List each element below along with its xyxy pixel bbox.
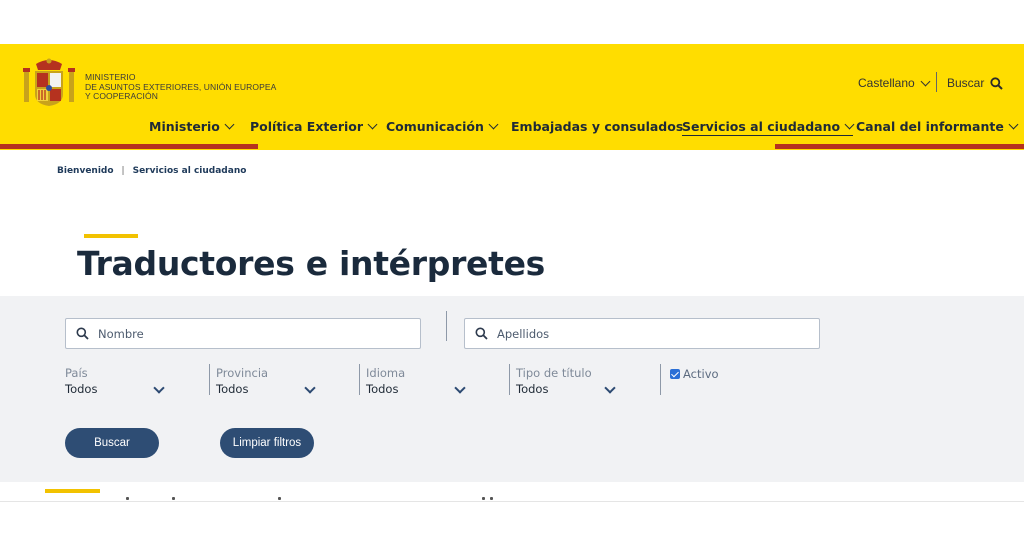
header-accent-line-left xyxy=(0,144,258,149)
title-accent-bar xyxy=(84,234,138,238)
chevron-down-icon xyxy=(920,76,931,86)
header-divider xyxy=(936,72,937,92)
ministry-name[interactable]: MINISTERIO DE ASUNTOS EXTERIORES, UNIÓN … xyxy=(85,72,276,102)
chevron-down-icon xyxy=(488,119,499,130)
header-accent-line-center xyxy=(258,144,775,149)
nav-item-ministerio[interactable]: Ministerio xyxy=(149,119,235,134)
clipped-heading-fragment xyxy=(120,497,500,502)
select-divider xyxy=(509,364,510,395)
nav-item-label: Canal del informante xyxy=(856,119,1004,134)
nav-item-comunicacion[interactable]: Comunicación xyxy=(386,119,499,134)
breadcrumb: Bienvenido | Servicios al ciudadano xyxy=(57,166,246,176)
idioma-label: Idioma xyxy=(366,366,406,380)
header-search-button[interactable]: Buscar xyxy=(947,76,1004,90)
search-icon xyxy=(76,327,89,340)
pais-select[interactable]: País Todos xyxy=(65,366,169,396)
chevron-down-icon xyxy=(367,119,378,130)
search-icon xyxy=(475,327,488,340)
nav-item-label: Servicios al ciudadano xyxy=(682,119,841,134)
buscar-button[interactable]: Buscar xyxy=(65,428,159,458)
tipo-titulo-select[interactable]: Tipo de título Todos xyxy=(516,366,620,396)
page-title: Traductores e intérpretes xyxy=(77,244,546,283)
activo-checkbox[interactable]: Activo xyxy=(670,367,719,381)
nombre-search-input[interactable]: Nombre xyxy=(65,318,421,349)
select-divider xyxy=(660,364,661,395)
header-accent-line-right xyxy=(775,144,1024,149)
idioma-select[interactable]: Idioma Todos xyxy=(366,366,470,396)
nav-item-label: Ministerio xyxy=(149,119,220,134)
chevron-down-icon xyxy=(1008,119,1019,130)
section-accent-bar xyxy=(45,489,100,493)
checkbox-checked-icon xyxy=(670,369,680,379)
nav-item-servicios-ciudadano[interactable]: Servicios al ciudadano xyxy=(682,119,855,136)
limpiar-filtros-button[interactable]: Limpiar filtros xyxy=(220,428,314,458)
breadcrumb-separator: | xyxy=(121,166,125,176)
apellidos-placeholder: Apellidos xyxy=(497,326,550,341)
tipo-titulo-label: Tipo de título xyxy=(516,366,592,380)
breadcrumb-item-home[interactable]: Bienvenido xyxy=(57,166,114,176)
activo-label: Activo xyxy=(683,367,719,381)
provincia-label: Provincia xyxy=(216,366,269,380)
select-divider xyxy=(209,364,210,395)
nav-item-label: Embajadas y consulados xyxy=(511,119,684,134)
apellidos-search-input[interactable]: Apellidos xyxy=(464,318,820,349)
language-label: Castellano xyxy=(858,76,915,90)
chevron-down-icon xyxy=(224,119,235,130)
ministry-line-3: Y COOPERACIÓN xyxy=(85,91,158,101)
input-divider xyxy=(446,311,447,341)
nav-item-canal-informante[interactable]: Canal del informante xyxy=(856,119,1019,134)
provincia-select[interactable]: Provincia Todos xyxy=(216,366,320,396)
coat-of-arms-logo[interactable] xyxy=(22,56,76,110)
header-search-label: Buscar xyxy=(947,76,985,90)
breadcrumb-item-current[interactable]: Servicios al ciudadano xyxy=(133,166,247,176)
nombre-placeholder: Nombre xyxy=(98,326,144,341)
pais-label: País xyxy=(65,366,88,380)
language-selector[interactable]: Castellano xyxy=(858,76,931,90)
nav-item-embajadas[interactable]: Embajadas y consulados xyxy=(511,119,683,134)
main-nav: Ministerio Política Exterior Comunicació… xyxy=(0,119,1024,139)
nav-item-label: Política Exterior xyxy=(250,119,364,134)
nav-item-politica-exterior[interactable]: Política Exterior xyxy=(250,119,378,134)
chevron-down-icon xyxy=(844,119,855,130)
select-divider xyxy=(359,364,360,395)
nav-item-label: Comunicación xyxy=(386,119,484,134)
search-icon xyxy=(990,76,1004,90)
